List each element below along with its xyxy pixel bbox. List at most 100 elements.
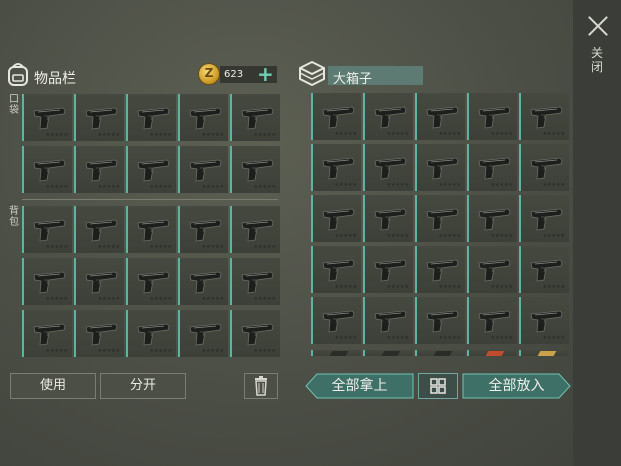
quality-stars: ★★★★★ — [386, 335, 409, 341]
chest-slot[interactable]: ★★★★★ — [415, 144, 465, 191]
chest-slot[interactable]: ★★★★★ — [363, 195, 413, 242]
backpack-slot[interactable]: ★★★★★ — [74, 310, 124, 357]
chest-slot[interactable]: ★★★★★ — [311, 195, 361, 242]
backpack-slot[interactable]: ★★★★★ — [74, 258, 124, 305]
chest-slot-partial[interactable] — [311, 350, 361, 356]
quality-stars: ★★★★★ — [149, 244, 172, 250]
backpack-slot[interactable]: ★★★★★ — [22, 258, 72, 305]
chest-slot[interactable]: ★★★★★ — [363, 144, 413, 191]
take-all-label: 全部拿上 — [331, 378, 388, 394]
backpack-slot[interactable]: ★★★★★ — [230, 206, 280, 253]
quality-stars: ★★★★★ — [334, 131, 357, 137]
pocket-slot[interactable]: ★★★★★ — [230, 94, 280, 141]
chest-slot[interactable]: ★★★★★ — [415, 93, 465, 140]
quality-stars: ★★★★★ — [334, 284, 357, 290]
pistol-icon — [426, 208, 459, 231]
backpack-icon — [8, 63, 28, 86]
quality-stars: ★★★★★ — [386, 131, 409, 137]
chest-slot-partial[interactable] — [467, 350, 517, 356]
backpack-slot[interactable]: ★★★★★ — [126, 206, 176, 253]
pocket-slot[interactable]: ★★★★★ — [178, 94, 228, 141]
backpack-slot[interactable]: ★★★★★ — [178, 258, 228, 305]
chest-slot[interactable]: ★★★★★ — [363, 246, 413, 293]
sort-grid-button[interactable] — [418, 373, 458, 399]
quality-stars: ★★★★★ — [386, 182, 409, 188]
put-all-button[interactable]: 全部放入 — [462, 373, 571, 399]
quality-stars: ★★★★★ — [253, 348, 276, 354]
take-all-button[interactable]: 全部拿上 — [305, 373, 414, 399]
backpack-slot[interactable]: ★★★★★ — [126, 258, 176, 305]
quality-stars: ★★★★★ — [149, 132, 172, 138]
backpack-slot[interactable]: ★★★★★ — [178, 206, 228, 253]
quality-stars: ★★★★★ — [438, 182, 461, 188]
chest-slot[interactable]: ★★★★★ — [467, 195, 517, 242]
pistol-icon — [374, 157, 407, 180]
chest-slot-partial[interactable] — [519, 350, 569, 356]
chest-slot[interactable]: ★★★★★ — [467, 246, 517, 293]
chest-slot[interactable]: ★★★★★ — [311, 93, 361, 140]
quality-stars: ★★★★★ — [542, 131, 565, 137]
pistol-icon — [322, 157, 355, 180]
chest-title: 大箱子 — [333, 72, 373, 87]
backpack-slot[interactable]: ★★★★★ — [230, 310, 280, 357]
chest-slot[interactable]: ★★★★★ — [519, 144, 569, 191]
quality-stars: ★★★★★ — [334, 335, 357, 341]
pocket-slot[interactable]: ★★★★★ — [230, 146, 280, 193]
quality-stars: ★★★★★ — [149, 296, 172, 302]
chest-slot[interactable]: ★★★★★ — [519, 195, 569, 242]
close-label[interactable]: 关闭 — [589, 46, 605, 74]
close-icon[interactable] — [586, 14, 610, 38]
put-all-label: 全部放入 — [488, 378, 545, 394]
quality-stars: ★★★★★ — [334, 233, 357, 239]
split-button[interactable]: 分开 — [100, 373, 186, 399]
pocket-slot[interactable]: ★★★★★ — [74, 94, 124, 141]
pocket-slot[interactable]: ★★★★★ — [126, 146, 176, 193]
chest-slot[interactable]: ★★★★★ — [519, 297, 569, 344]
pocket-slot[interactable]: ★★★★★ — [74, 146, 124, 193]
chest-slot[interactable]: ★★★★★ — [415, 246, 465, 293]
pistol-icon — [478, 310, 511, 333]
quality-stars: ★★★★★ — [253, 244, 276, 250]
pocket-slot[interactable]: ★★★★★ — [126, 94, 176, 141]
pistol-icon — [322, 106, 355, 129]
add-coins-button[interactable]: + — [257, 64, 274, 84]
pistol-icon — [478, 157, 511, 180]
pocket-slot[interactable]: ★★★★★ — [22, 146, 72, 193]
chest-slot[interactable]: ★★★★★ — [519, 93, 569, 140]
backpack-slot[interactable]: ★★★★★ — [178, 310, 228, 357]
quality-stars: ★★★★★ — [386, 233, 409, 239]
chest-slot[interactable]: ★★★★★ — [467, 297, 517, 344]
chest-slot-partial[interactable] — [415, 350, 465, 356]
inventory-title: 物品栏 — [34, 71, 76, 87]
pistol-icon — [33, 219, 66, 242]
pistol-icon — [85, 219, 118, 242]
chest-slot[interactable]: ★★★★★ — [467, 93, 517, 140]
chest-slot[interactable]: ★★★★★ — [311, 297, 361, 344]
coin-count: 623 — [224, 69, 244, 80]
quality-stars: ★★★★★ — [253, 184, 276, 190]
chest-slot[interactable]: ★★★★★ — [415, 297, 465, 344]
trash-button[interactable] — [244, 373, 278, 399]
use-button[interactable]: 使用 — [10, 373, 96, 399]
chest-slot-partial[interactable] — [363, 350, 413, 356]
quality-stars: ★★★★★ — [201, 184, 224, 190]
chest-slot[interactable]: ★★★★★ — [311, 144, 361, 191]
pistol-icon — [530, 208, 563, 231]
pocket-slot[interactable]: ★★★★★ — [178, 146, 228, 193]
backpack-slot[interactable]: ★★★★★ — [22, 310, 72, 357]
quality-stars: ★★★★★ — [334, 182, 357, 188]
quality-stars: ★★★★★ — [149, 348, 172, 354]
chest-slot[interactable]: ★★★★★ — [519, 246, 569, 293]
chest-slot[interactable]: ★★★★★ — [363, 93, 413, 140]
backpack-slot[interactable]: ★★★★★ — [74, 206, 124, 253]
backpack-slot[interactable]: ★★★★★ — [230, 258, 280, 305]
backpack-slot[interactable]: ★★★★★ — [126, 310, 176, 357]
chest-slot[interactable]: ★★★★★ — [363, 297, 413, 344]
chest-slot[interactable]: ★★★★★ — [415, 195, 465, 242]
chest-slot[interactable]: ★★★★★ — [311, 246, 361, 293]
pocket-label: 口袋 — [9, 94, 19, 116]
backpack-slot[interactable]: ★★★★★ — [22, 206, 72, 253]
pistol-icon — [530, 310, 563, 333]
pocket-slot[interactable]: ★★★★★ — [22, 94, 72, 141]
chest-slot[interactable]: ★★★★★ — [467, 144, 517, 191]
